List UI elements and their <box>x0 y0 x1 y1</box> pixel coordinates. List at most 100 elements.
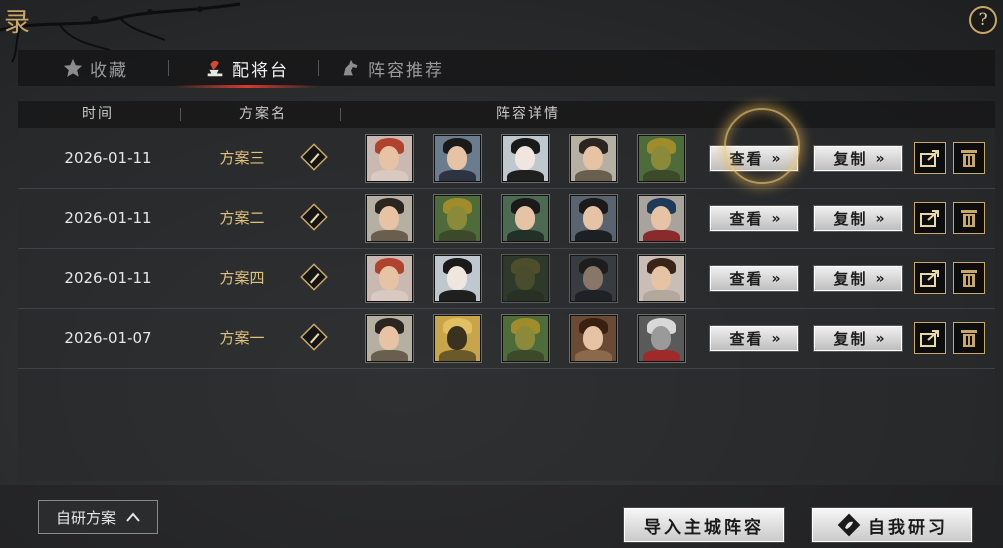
hero-pale-man[interactable] <box>434 255 481 302</box>
view-button[interactable]: 查看 » <box>709 205 799 232</box>
hero-lineup <box>366 135 685 182</box>
hero-headband-man[interactable] <box>638 195 685 242</box>
chevron-right-icon: » <box>875 270 884 287</box>
chevron-right-icon: » <box>875 150 884 167</box>
row-plan-name: 方案四 <box>219 269 265 287</box>
tab-label: 配将台 <box>232 60 289 81</box>
hero-young-man[interactable] <box>434 135 481 182</box>
table-row: 2026-01-11 方案二 查看 » 复制 » <box>18 188 995 249</box>
share-button[interactable] <box>914 142 946 174</box>
chevron-right-icon: » <box>875 330 884 347</box>
view-label: 查看 <box>729 210 764 228</box>
row-date: 2026-01-11 <box>64 149 152 167</box>
copy-button[interactable]: 复制 » <box>813 205 903 232</box>
edit-name-icon[interactable] <box>299 202 329 232</box>
trash-icon <box>961 270 977 287</box>
view-label: 查看 <box>729 270 764 288</box>
row-plan-name: 方案一 <box>219 329 265 347</box>
hero-pale-man[interactable] <box>502 135 549 182</box>
star-icon <box>62 57 84 79</box>
share-icon <box>920 330 939 347</box>
table-header: 时间 方案名 阵容详情 <box>18 101 995 128</box>
share-button[interactable] <box>914 322 946 354</box>
view-button[interactable]: 查看 » <box>709 325 799 352</box>
hero-brown-hair-woman[interactable] <box>570 315 617 362</box>
edit-name-icon[interactable] <box>299 322 329 352</box>
hero-red-hair-woman[interactable] <box>366 255 413 302</box>
copy-label: 复制 <box>833 210 868 228</box>
forge-icon <box>204 57 226 79</box>
tab-label: 收藏 <box>90 60 128 81</box>
hero-green-armor[interactable] <box>434 195 481 242</box>
self-research-button[interactable]: 自我研习 <box>811 507 973 543</box>
row-plan-name: 方案三 <box>219 149 265 167</box>
hero-young-man[interactable] <box>502 195 549 242</box>
trash-icon <box>961 210 977 227</box>
hero-green-armor[interactable] <box>638 135 685 182</box>
page-title-char: 录 <box>4 8 31 38</box>
header-name: 方案名 <box>239 106 287 122</box>
hero-bearded-elder[interactable] <box>366 195 413 242</box>
hero-long-hair-woman[interactable] <box>638 255 685 302</box>
delete-button[interactable] <box>953 202 985 234</box>
copy-button[interactable]: 复制 » <box>813 265 903 292</box>
delete-button[interactable] <box>953 262 985 294</box>
hero-lineup <box>366 195 685 242</box>
share-icon <box>920 210 939 227</box>
row-plan-name: 方案二 <box>219 209 265 227</box>
hero-red-hair-woman[interactable] <box>366 135 413 182</box>
hero-white-beast[interactable] <box>638 315 685 362</box>
header-time: 时间 <box>82 106 114 122</box>
share-icon <box>920 150 939 167</box>
delete-button[interactable] <box>953 142 985 174</box>
copy-label: 复制 <box>833 330 868 348</box>
row-date: 2026-01-11 <box>64 269 152 287</box>
share-button[interactable] <box>914 202 946 234</box>
view-button[interactable]: 查看 » <box>709 265 799 292</box>
trash-icon <box>961 150 977 167</box>
chevron-right-icon: » <box>771 270 780 287</box>
chevron-right-icon: » <box>875 210 884 227</box>
tab-recommend[interactable]: 阵容推荐 <box>340 50 444 86</box>
tab-favorites[interactable]: 收藏 <box>62 50 128 86</box>
copy-button[interactable]: 复制 » <box>813 325 903 352</box>
research-icon <box>837 513 861 537</box>
hero-lineup <box>366 255 685 302</box>
delete-button[interactable] <box>953 322 985 354</box>
hero-dark-robe[interactable] <box>570 255 617 302</box>
hero-gold-helmet[interactable] <box>434 315 481 362</box>
table-row: 2026-01-11 方案三 查看» 复制» <box>18 128 995 189</box>
hero-bearded-elder[interactable] <box>366 315 413 362</box>
header-divider <box>180 108 181 121</box>
tab-divider <box>318 60 319 76</box>
import-label: 导入主城阵容 <box>644 517 764 538</box>
copy-label: 复制 <box>833 150 868 168</box>
edit-name-icon[interactable] <box>299 262 329 292</box>
trash-icon <box>961 330 977 347</box>
header-divider <box>340 108 341 121</box>
tab-divider <box>168 60 169 76</box>
edit-name-icon[interactable] <box>299 142 329 172</box>
tab-label: 阵容推荐 <box>368 60 444 81</box>
hero-dark-robe[interactable] <box>570 195 617 242</box>
table-row: 2026-01-11 方案四 查看 » 复制 » <box>18 248 995 309</box>
share-icon <box>920 270 939 287</box>
formation-table: 时间 方案名 阵容详情 2026-01-11 方案三 查看 » 复制 » 2026-… <box>18 101 995 481</box>
import-city-lineup-button[interactable]: 导入主城阵容 <box>623 507 785 543</box>
self-plan-label: 自研方案 <box>55 508 116 527</box>
share-button[interactable] <box>914 262 946 294</box>
self-plan-dropdown[interactable]: 自研方案 <box>38 500 158 534</box>
chevron-right-icon: » <box>771 210 780 227</box>
hero-bearded-elder[interactable] <box>570 135 617 182</box>
view-label: 查看 <box>729 330 764 348</box>
tab-formation[interactable]: 配将台 <box>174 50 319 88</box>
hero-lineup <box>366 315 685 362</box>
research-label: 自我研习 <box>868 517 948 538</box>
copy-button[interactable]: 复制 » <box>813 145 903 172</box>
row-date: 2026-01-11 <box>64 209 152 227</box>
hero-green-armor[interactable] <box>502 315 549 362</box>
tap-highlight-ring <box>724 108 800 184</box>
hero-green-armor[interactable] <box>502 255 549 302</box>
row-date: 2026-01-07 <box>64 329 152 347</box>
help-button[interactable]: ? <box>969 6 997 34</box>
